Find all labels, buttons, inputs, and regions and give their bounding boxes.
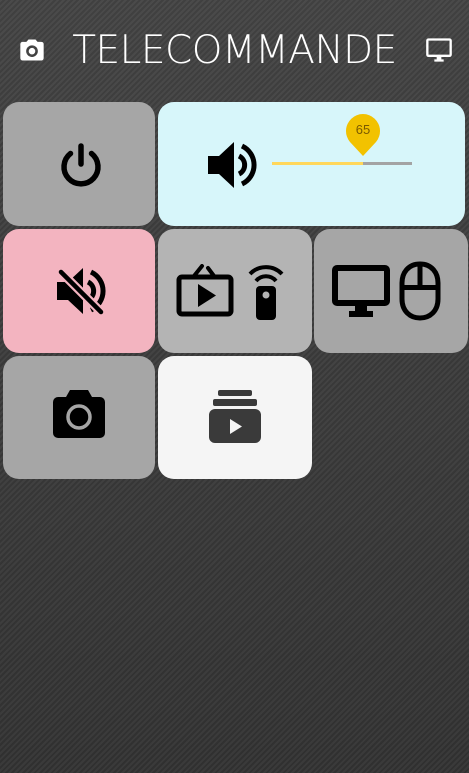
volume-icon <box>208 142 257 188</box>
mute-button[interactable] <box>3 229 155 353</box>
app-header: TELECOMMANDE <box>0 0 469 100</box>
remote-signal-icon <box>248 265 284 320</box>
volume-slider-handle[interactable]: 65 <box>344 114 382 158</box>
screenshot-button[interactable] <box>3 356 155 479</box>
monitor-icon <box>332 265 390 317</box>
mute-icon <box>56 267 106 316</box>
camera-icon[interactable] <box>17 36 47 64</box>
camera-icon <box>53 390 105 438</box>
power-button[interactable] <box>3 102 155 226</box>
monitor-icon[interactable] <box>424 36 454 64</box>
video-stack-icon <box>209 390 261 443</box>
volume-value: 65 <box>355 122 371 137</box>
video-playlist-button[interactable] <box>158 356 312 479</box>
tv-remote-button[interactable] <box>158 229 312 353</box>
power-icon <box>61 143 101 187</box>
volume-slider[interactable] <box>272 162 412 165</box>
tv-play-icon <box>176 264 234 317</box>
page-title: TELECOMMANDE <box>72 28 397 73</box>
volume-control[interactable]: 65 <box>158 102 465 226</box>
pc-mouse-button[interactable] <box>314 229 468 353</box>
volume-slider-fill <box>272 162 363 165</box>
mouse-icon <box>399 261 441 321</box>
